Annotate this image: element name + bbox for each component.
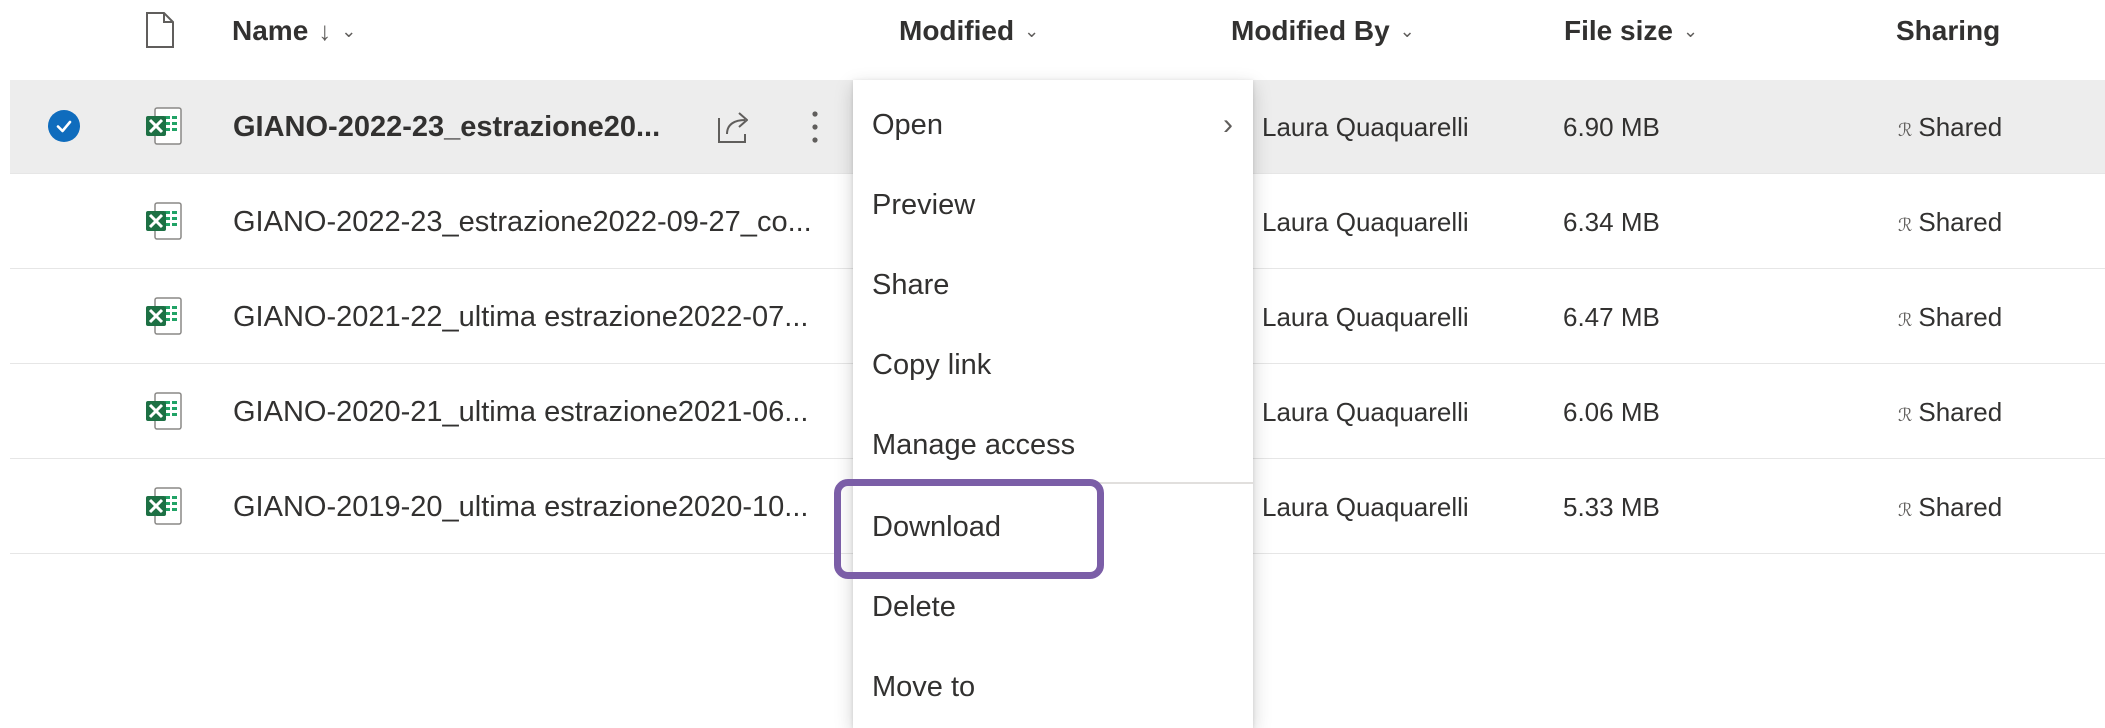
file-name[interactable]: GIANO-2021-22_ultima estrazione2022-07..… bbox=[233, 298, 853, 336]
column-header-sharing-label: Sharing bbox=[1896, 15, 2001, 46]
chevron-down-icon: ⌄ bbox=[341, 21, 357, 41]
chevron-down-icon: ⌄ bbox=[1024, 21, 1040, 41]
sharing-status[interactable]: ℛ Shared bbox=[1898, 395, 2002, 432]
sharing-status[interactable]: ℛ Shared bbox=[1898, 110, 2002, 147]
file-size: 6.90 MB bbox=[1563, 112, 1660, 142]
column-header-modified-label: Modified bbox=[899, 15, 1015, 46]
menu-item-open-label: Open bbox=[872, 109, 943, 141]
column-header-modified[interactable]: Modified ⌄ bbox=[899, 14, 1039, 51]
menu-item-open[interactable]: Open › bbox=[853, 85, 1253, 165]
column-header-sharing[interactable]: Sharing bbox=[1896, 14, 2000, 48]
menu-item-preview-label: Preview bbox=[872, 189, 976, 221]
more-vertical-icon[interactable] bbox=[805, 106, 825, 148]
chevron-right-icon: › bbox=[1223, 108, 1233, 141]
column-header-modified-by[interactable]: Modified By ⌄ bbox=[1231, 14, 1415, 51]
column-header-name-label: Name bbox=[232, 15, 309, 46]
menu-item-copy-link[interactable]: Copy link bbox=[853, 325, 1253, 405]
excel-file-icon bbox=[146, 487, 182, 525]
modified-by[interactable]: Laura Quaquarelli bbox=[1262, 110, 1469, 144]
menu-item-delete[interactable]: Delete bbox=[853, 567, 1253, 647]
people-icon: ℛ bbox=[1898, 405, 1913, 425]
file-name[interactable]: GIANO-2022-23_estrazione20... bbox=[233, 108, 703, 146]
people-icon: ℛ bbox=[1898, 215, 1913, 235]
menu-item-manage-access[interactable]: Manage access bbox=[853, 405, 1253, 485]
modified-by[interactable]: Laura Quaquarelli bbox=[1262, 300, 1469, 334]
download-highlight-box bbox=[834, 479, 1104, 579]
modified-by[interactable]: Laura Quaquarelli bbox=[1262, 205, 1469, 239]
menu-item-move-to[interactable]: Move to bbox=[853, 647, 1253, 727]
sharing-label: Shared bbox=[1918, 112, 2003, 142]
column-header-file-size[interactable]: File size ⌄ bbox=[1564, 14, 1698, 51]
modified-by[interactable]: Laura Quaquarelli bbox=[1262, 490, 1469, 524]
file-name[interactable]: GIANO-2020-21_ultima estrazione2021-06..… bbox=[233, 393, 853, 431]
file-size: 5.33 MB bbox=[1563, 492, 1660, 522]
menu-item-share-label: Share bbox=[872, 269, 950, 301]
sharing-label: Shared bbox=[1918, 207, 2003, 237]
excel-file-icon bbox=[146, 107, 182, 145]
people-icon: ℛ bbox=[1898, 500, 1913, 520]
sharing-label: Shared bbox=[1918, 302, 2003, 332]
sharing-label: Shared bbox=[1918, 397, 2003, 427]
people-icon: ℛ bbox=[1898, 310, 1913, 330]
column-header-name[interactable]: Name ↓ ⌄ bbox=[232, 14, 356, 51]
file-size: 6.34 MB bbox=[1563, 207, 1660, 237]
file-size: 6.47 MB bbox=[1563, 302, 1660, 332]
excel-file-icon bbox=[146, 202, 182, 240]
sort-arrow-icon: ↓ bbox=[318, 16, 332, 46]
chevron-down-icon: ⌄ bbox=[1399, 21, 1415, 41]
share-icon[interactable] bbox=[715, 108, 755, 146]
sharing-status[interactable]: ℛ Shared bbox=[1898, 490, 2002, 527]
column-header-modified-by-label: Modified By bbox=[1231, 15, 1390, 46]
checkmark-circle-icon[interactable] bbox=[48, 110, 80, 142]
menu-item-manage-access-label: Manage access bbox=[872, 429, 1076, 461]
chevron-down-icon: ⌄ bbox=[1682, 21, 1699, 41]
document-icon[interactable] bbox=[145, 12, 175, 48]
people-icon: ℛ bbox=[1898, 120, 1913, 140]
file-name[interactable]: GIANO-2022-23_estrazione2022-09-27_co... bbox=[233, 203, 853, 241]
excel-file-icon bbox=[146, 297, 182, 335]
menu-item-delete-label: Delete bbox=[872, 591, 956, 623]
menu-item-share[interactable]: Share bbox=[853, 245, 1253, 325]
context-menu: Open › Preview Share Copy link Manage ac… bbox=[853, 80, 1253, 728]
sharing-status[interactable]: ℛ Shared bbox=[1898, 205, 2002, 242]
sharing-status[interactable]: ℛ Shared bbox=[1898, 300, 2002, 337]
menu-item-copy-link-label: Copy link bbox=[872, 349, 992, 381]
file-name[interactable]: GIANO-2019-20_ultima estrazione2020-10..… bbox=[233, 488, 853, 526]
modified-by[interactable]: Laura Quaquarelli bbox=[1262, 395, 1469, 429]
sharing-label: Shared bbox=[1918, 492, 2003, 522]
menu-item-preview[interactable]: Preview bbox=[853, 165, 1253, 245]
file-list-header: Name ↓ ⌄ Modified ⌄ Modified By ⌄ File size ⌄… bbox=[0, 0, 2105, 62]
menu-item-move-to-label: Move to bbox=[872, 671, 976, 703]
excel-file-icon bbox=[146, 392, 182, 430]
column-header-file-size-label: File size bbox=[1564, 15, 1673, 46]
file-size: 6.06 MB bbox=[1563, 397, 1660, 427]
